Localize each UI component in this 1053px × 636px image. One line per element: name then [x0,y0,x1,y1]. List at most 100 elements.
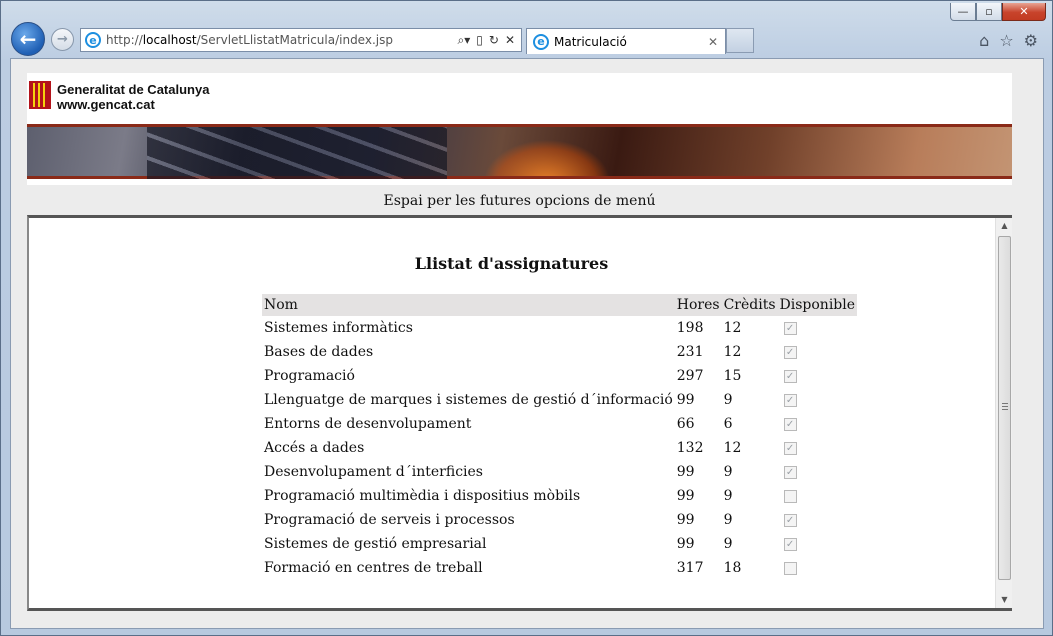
disponible-checkbox[interactable] [783,489,797,503]
back-arrow-icon: ← [19,27,37,51]
tab-close-icon[interactable]: ✕ [708,35,725,49]
close-window-button[interactable]: ✕ [1002,3,1046,21]
table-header-row: Nom Hores Crèdits Disponible [262,294,858,316]
cell-disponible [778,484,858,508]
cell-credits: 9 [723,536,733,552]
cell-credits: 9 [723,392,733,408]
address-bar[interactable]: e http://localhost/ServletLlistatMatricu… [80,28,522,52]
cell-disponible: ✓ [778,532,858,556]
minimize-button[interactable]: — [950,3,976,21]
disponible-checkbox[interactable]: ✓ [783,345,797,359]
tab-matriculacio[interactable]: e Matriculació ✕ [526,28,726,54]
window-controls: — ▫ ✕ [950,3,1046,21]
gencat-banner: Generalitat de Catalunya www.gencat.cat [27,73,1012,185]
cell-nom: Accés a dades [264,440,365,456]
cell-hores: 317 [676,560,704,576]
table-row: Programació multimèdia i dispositius mòb… [262,484,857,508]
org-url: www.gencat.cat [57,97,155,112]
refresh-icon[interactable]: ↻ [489,33,499,48]
home-icon[interactable]: ⌂ [979,31,989,50]
disponible-checkbox[interactable]: ✓ [783,393,797,407]
cell-hores: 66 [676,416,695,432]
disponible-checkbox[interactable]: ✓ [783,465,797,479]
cell-disponible [778,556,858,580]
cell-disponible: ✓ [778,460,858,484]
url-prefix: http:// [106,33,143,47]
cell-hores: 198 [676,320,704,336]
menu-placeholder: Espai per les futures opcions de menú [383,193,656,209]
cell-nom: Sistemes de gestió empresarial [264,536,487,552]
scroll-down-arrow-icon[interactable]: ▼ [996,592,1013,608]
vertical-scrollbar[interactable]: ▲ ▼ [995,218,1012,608]
disponible-checkbox[interactable]: ✓ [783,441,797,455]
cell-nom: Sistemes informàtics [264,320,413,336]
cell-disponible: ✓ [778,316,858,340]
page-title: Llistat d'assignatures [414,254,609,273]
column-header-nom: Nom [262,294,675,316]
column-header-credits: Crèdits [721,294,778,316]
keyboard-image [147,127,447,179]
cell-credits: 15 [723,368,742,384]
cell-nom: Llenguatge de marques i sistemes de gest… [264,392,673,408]
table-row: Formació en centres de treball 317 18 [262,556,857,580]
browser-window: — ▫ ✕ ← → e http://localhost/ServletLlis… [0,0,1053,636]
column-header-hores: Hores [674,294,722,316]
cell-hores: 297 [676,368,704,384]
cell-disponible: ✓ [778,508,858,532]
cell-nom: Programació de serveis i processos [264,512,515,528]
cell-disponible: ✓ [778,388,858,412]
cell-credits: 9 [723,464,733,480]
url-path: /ServletLlistatMatricula/index.jsp [196,33,393,47]
cell-credits: 18 [723,560,742,576]
table-row: Desenvolupament d´interficies 99 9 ✓ [262,460,857,484]
disponible-checkbox[interactable] [783,561,797,575]
gear-icon[interactable]: ⚙ [1024,31,1038,50]
stop-icon[interactable]: ✕ [505,33,515,48]
new-tab-button[interactable] [726,28,754,53]
cell-hores: 99 [676,536,695,552]
cell-hores: 99 [676,488,695,504]
url-text[interactable]: http://localhost/ServletLlistatMatricula… [106,33,458,47]
disponible-checkbox[interactable]: ✓ [783,417,797,431]
disponible-checkbox[interactable]: ✓ [783,369,797,383]
disponible-checkbox[interactable]: ✓ [783,513,797,527]
cell-disponible: ✓ [778,436,858,460]
cell-hores: 99 [676,464,695,480]
compatibility-view-icon[interactable]: ▯ [476,33,483,48]
scroll-thumb[interactable] [998,236,1011,580]
table-row: Accés a dades 132 12 ✓ [262,436,857,460]
url-host: localhost [142,33,197,47]
table-row: Programació 297 15 ✓ [262,364,857,388]
scroll-up-arrow-icon[interactable]: ▲ [996,218,1013,234]
table-row: Bases de dades 231 12 ✓ [262,340,857,364]
subjects-table: Nom Hores Crèdits Disponible Sistemes in… [262,294,858,580]
cell-credits: 9 [723,488,733,504]
cell-credits: 9 [723,512,733,528]
table-row: Sistemes de gestió empresarial 99 9 ✓ [262,532,857,556]
cell-nom: Desenvolupament d´interficies [264,464,483,480]
cell-hores: 99 [676,392,695,408]
maximize-button[interactable]: ▫ [976,3,1002,21]
cell-nom: Programació [264,368,355,384]
cell-disponible: ✓ [778,412,858,436]
cell-nom: Bases de dades [264,344,374,360]
table-body: Sistemes informàtics 198 12 ✓ Bases de dades… [262,316,857,580]
favorites-star-icon[interactable]: ☆ [999,31,1013,50]
back-button[interactable]: ← [11,22,45,56]
tab-title: Matriculació [554,34,627,49]
grip-icon [1002,403,1008,411]
gencat-logo [29,81,51,109]
search-icon[interactable]: ⌕▾ [458,33,471,48]
forward-button[interactable]: → [51,28,74,51]
cell-nom: Entorns de desenvolupament [264,416,472,432]
cell-hores: 99 [676,512,695,528]
org-name: Generalitat de Catalunya [57,82,210,97]
tab-ie-icon: e [533,33,549,50]
disponible-checkbox[interactable]: ✓ [783,537,797,551]
main-content: Llistat d'assignatures Nom Hores Crèdits… [27,215,1012,611]
cell-credits: 12 [723,440,742,456]
cell-credits: 12 [723,320,742,336]
forward-arrow-icon: → [57,32,68,47]
disponible-checkbox[interactable]: ✓ [783,321,797,335]
cell-credits: 6 [723,416,733,432]
